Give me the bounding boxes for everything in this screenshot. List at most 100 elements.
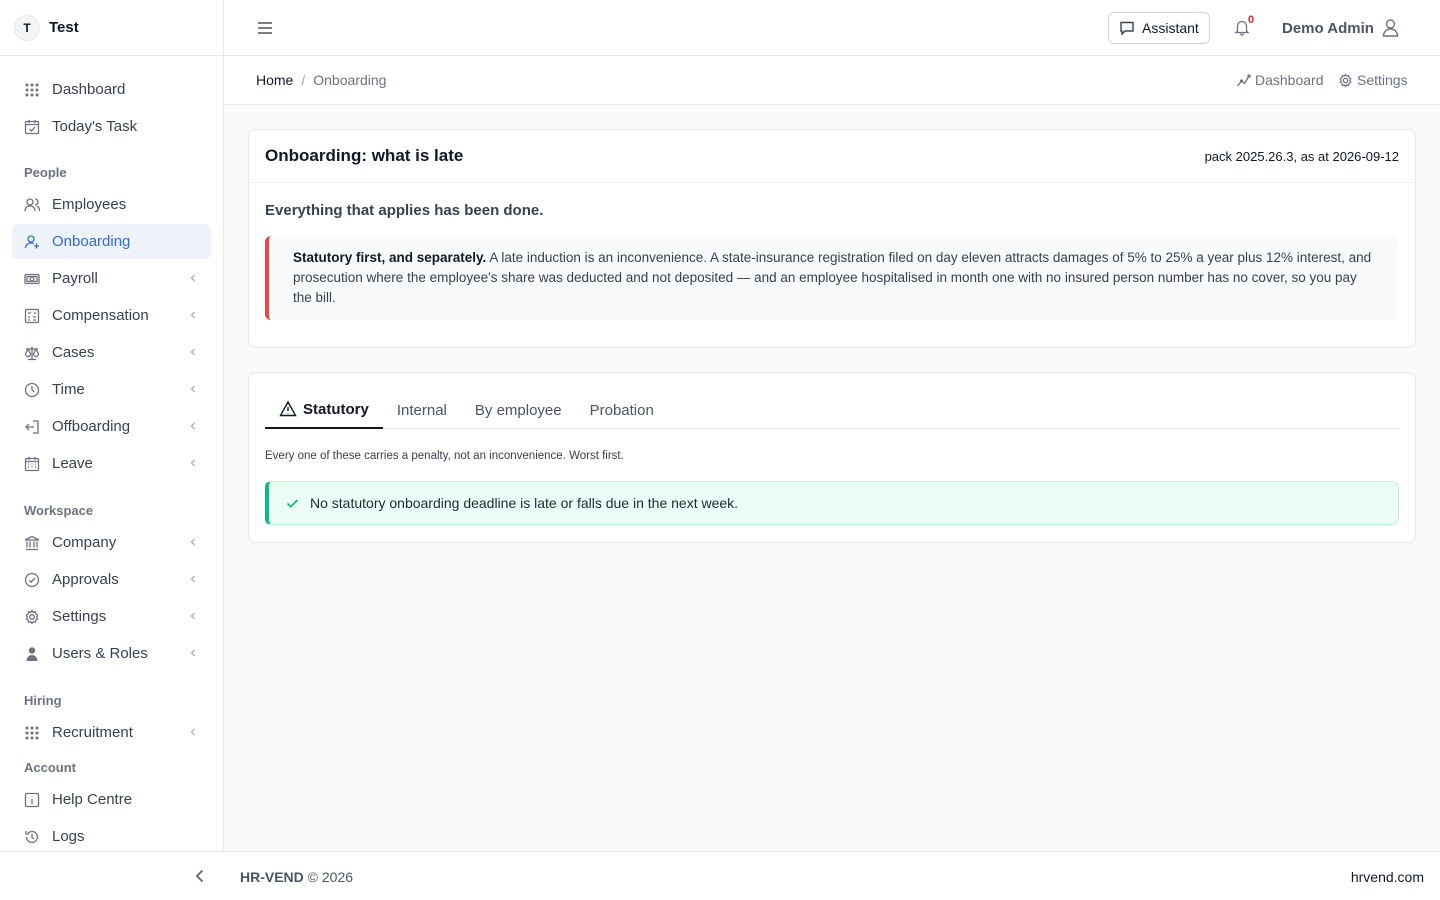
tab-label: Internal: [396, 401, 447, 419]
grid-icon: [24, 82, 40, 98]
notification-badge: 0: [1248, 14, 1255, 26]
chevron-left-icon: [190, 728, 195, 736]
chat-bubble-icon: [1120, 21, 1134, 36]
check-circle-icon: [24, 572, 40, 588]
bank-icon: [24, 535, 40, 551]
scale-icon: [24, 345, 40, 361]
quick-link-settings[interactable]: Settings: [1338, 72, 1408, 88]
sidebar-item-offboarding[interactable]: Offboarding: [12, 409, 211, 444]
brand-name: Test: [49, 19, 79, 36]
sidebar-item-label: Cases: [52, 344, 95, 361]
chevron-left-icon: [190, 348, 195, 356]
sidebar-nav: Dashboard Today's Task People Employees …: [0, 56, 223, 854]
tab-label: Probation: [589, 401, 654, 419]
user-icon[interactable]: [1381, 18, 1400, 37]
brand[interactable]: T Test: [0, 0, 223, 56]
sidebar-item-employees[interactable]: Employees: [12, 187, 211, 222]
sidebar-item-label: Settings: [52, 608, 107, 625]
tab-bar: Statutory Internal By employee Probation: [265, 391, 1399, 429]
gear-icon: [1339, 72, 1352, 88]
collapse-sidebar-icon[interactable]: [192, 868, 208, 884]
sidebar-item-label: Company: [52, 534, 117, 551]
sidebar-item-help-centre[interactable]: Help Centre: [12, 782, 211, 817]
sidebar-item-compensation[interactable]: Compensation: [12, 298, 211, 333]
chevron-left-icon: [190, 311, 195, 319]
calendar-check-icon: [24, 119, 40, 135]
section-hiring: Hiring: [24, 692, 62, 708]
chevron-left-icon: [190, 274, 195, 282]
sidebar-item-payroll[interactable]: Payroll: [12, 261, 211, 296]
sidebar-item-label: Users & Roles: [52, 645, 148, 662]
calendar-icon: [24, 456, 40, 472]
late-summary-card: Onboarding: what is late pack 2025.26.3,…: [248, 129, 1416, 348]
sidebar-item-leave[interactable]: Leave: [12, 446, 211, 481]
chevron-left-icon: [190, 575, 195, 583]
sidebar-item-logs[interactable]: Logs: [12, 819, 211, 854]
warning-icon: [279, 400, 297, 417]
user-name[interactable]: Demo Admin: [1282, 20, 1374, 37]
pack-version: pack 2025.26.3, as at 2026-09-12: [1204, 148, 1399, 164]
breadcrumb-home[interactable]: Home: [256, 72, 293, 88]
breadcrumb: Home / Onboarding: [256, 72, 386, 88]
footer-site-link[interactable]: hrvend.com: [1351, 869, 1424, 885]
statutory-callout: Statutory first, and separately. A late …: [265, 236, 1399, 320]
sidebar-item-label: Offboarding: [52, 418, 131, 435]
info-icon: [24, 792, 40, 808]
tab-statutory[interactable]: Statutory: [265, 391, 383, 429]
card-header: Onboarding: what is late pack 2025.26.3,…: [249, 130, 1415, 183]
breadcrumb-bar: Home / Onboarding Dashboard Settings: [224, 56, 1440, 105]
card-title: Onboarding: what is late: [265, 146, 464, 165]
breadcrumb-current: Onboarding: [313, 72, 387, 88]
user-shield-icon: [24, 646, 40, 662]
tab-label: By employee: [474, 401, 562, 419]
calculator-icon: [24, 308, 40, 324]
sidebar-item-recruitment[interactable]: Recruitment: [12, 715, 211, 750]
deadlines-card: Statutory Internal By employee Probation…: [248, 372, 1416, 543]
tab-description: Every one of these carries a penalty, no…: [265, 450, 624, 462]
sidebar-item-onboarding[interactable]: Onboarding: [12, 224, 211, 259]
sidebar-item-settings[interactable]: Settings: [12, 599, 211, 634]
success-alert: No statutory onboarding deadline is late…: [265, 481, 1399, 525]
sidebar-item-cases[interactable]: Cases: [12, 335, 211, 370]
footer-year: © 2026: [307, 869, 354, 885]
footer-brand: HR-VEND: [240, 869, 304, 885]
sidebar: T Test Dashboard Today's Task People Emp…: [0, 0, 224, 851]
chevron-left-icon: [190, 459, 195, 467]
users-icon: [24, 197, 40, 213]
sidebar-item-dashboard[interactable]: Dashboard: [12, 72, 211, 107]
sidebar-item-label: Help Centre: [52, 791, 133, 808]
chevron-left-icon: [190, 538, 195, 546]
user-plus-icon: [24, 234, 40, 250]
grid-icon: [24, 725, 40, 741]
clock-icon: [24, 382, 40, 398]
sidebar-item-label: Dashboard: [52, 81, 126, 98]
section-workspace: Workspace: [24, 502, 94, 518]
tab-internal[interactable]: Internal: [383, 391, 461, 429]
quick-link-dashboard[interactable]: Dashboard: [1236, 72, 1324, 88]
breadcrumb-separator: /: [301, 72, 306, 88]
summary-text: Everything that applies has been done.: [265, 202, 544, 219]
sidebar-item-label: Employees: [52, 196, 127, 213]
chevron-left-icon: [190, 612, 195, 620]
sidebar-item-time[interactable]: Time: [12, 372, 211, 407]
gear-icon: [24, 608, 40, 625]
quick-link-label: Settings: [1357, 72, 1408, 88]
hamburger-menu-icon[interactable]: [256, 19, 274, 37]
chart-line-icon: [1236, 73, 1251, 86]
assistant-label: Assistant: [1142, 20, 1199, 36]
tab-probation[interactable]: Probation: [576, 391, 668, 429]
brand-avatar: T: [14, 14, 40, 41]
sidebar-item-users-roles[interactable]: Users & Roles: [12, 636, 211, 671]
sidebar-item-todays-task[interactable]: Today's Task: [12, 109, 211, 144]
tab-by-employee[interactable]: By employee: [461, 391, 576, 429]
sidebar-item-label: Recruitment: [52, 724, 133, 741]
sidebar-item-label: Time: [52, 381, 85, 398]
topbar: Assistant 0 Demo Admin: [224, 0, 1440, 56]
assistant-button[interactable]: Assistant: [1108, 12, 1210, 44]
sidebar-item-label: Leave: [52, 455, 93, 472]
section-people: People: [24, 164, 67, 180]
sidebar-item-company[interactable]: Company: [12, 525, 211, 560]
sidebar-item-approvals[interactable]: Approvals: [12, 562, 211, 597]
sidebar-item-label: Approvals: [52, 571, 119, 588]
tab-label: Statutory: [303, 400, 369, 418]
